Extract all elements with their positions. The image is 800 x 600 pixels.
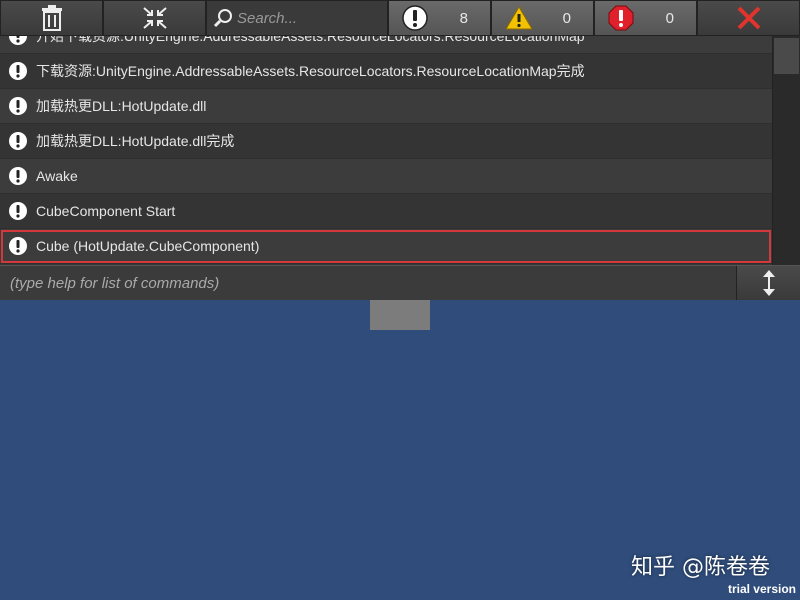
info-icon — [402, 5, 428, 31]
log-panel: 开始下载资源:UnityEngine.AddressableAssets.Res… — [0, 36, 800, 265]
info-count: 8 — [459, 9, 468, 27]
log-message: CubeComponent Start — [36, 203, 176, 219]
warning-filter-button[interactable]: 0 — [491, 0, 594, 36]
log-message: Cube (HotUpdate.CubeComponent) — [36, 238, 260, 254]
scrollbar-thumb[interactable] — [774, 38, 799, 74]
close-icon — [737, 6, 760, 30]
warning-count: 0 — [562, 9, 571, 27]
log-message: 下载资源:UnityEngine.AddressableAssets.Resou… — [36, 63, 585, 79]
log-entry-selected[interactable]: Cube (HotUpdate.CubeComponent) — [0, 229, 772, 264]
info-filter-button[interactable]: 8 — [388, 0, 491, 36]
search-box[interactable] — [206, 0, 388, 36]
info-icon — [9, 237, 27, 255]
trial-version-label: trial version — [727, 582, 796, 596]
collapse-button[interactable] — [103, 0, 206, 36]
log-entry[interactable]: 开始下载资源:UnityEngine.AddressableAssets.Res… — [0, 36, 772, 54]
log-message: 开始下载资源:UnityEngine.AddressableAssets.Res… — [36, 36, 585, 44]
command-bar — [0, 265, 800, 300]
command-input[interactable] — [0, 266, 736, 300]
log-entry[interactable]: 加载热更DLL:HotUpdate.dll完成 — [0, 124, 772, 159]
info-icon — [9, 132, 27, 150]
info-icon — [9, 97, 27, 115]
search-input[interactable] — [237, 9, 387, 27]
error-count: 0 — [665, 9, 674, 27]
close-button[interactable] — [697, 0, 800, 36]
log-entry[interactable]: 下载资源:UnityEngine.AddressableAssets.Resou… — [0, 54, 772, 89]
watermark: 知乎 @陈卷卷 — [631, 555, 770, 580]
log-message: Awake — [36, 168, 78, 184]
log-entry[interactable]: 加载热更DLL:HotUpdate.dll — [0, 89, 772, 124]
log-list: 开始下载资源:UnityEngine.AddressableAssets.Res… — [0, 36, 772, 264]
info-icon — [9, 62, 27, 80]
log-message: 加载热更DLL:HotUpdate.dll — [36, 98, 207, 114]
info-icon — [9, 167, 27, 185]
clear-button[interactable] — [0, 0, 103, 36]
log-entry[interactable]: Awake — [0, 159, 772, 194]
search-icon — [213, 9, 232, 28]
console-toolbar: 8 0 0 — [0, 0, 800, 36]
collapse-arrows-icon — [142, 7, 167, 29]
log-scrollbar[interactable] — [772, 36, 800, 265]
info-icon — [9, 202, 27, 220]
log-message: 加载热更DLL:HotUpdate.dll完成 — [36, 133, 235, 149]
error-filter-button[interactable]: 0 — [594, 0, 697, 36]
resize-vertical-icon — [762, 270, 775, 296]
info-icon — [9, 36, 27, 45]
log-entry[interactable]: CubeComponent Start — [0, 194, 772, 229]
resize-button[interactable] — [736, 266, 800, 300]
warning-icon — [505, 6, 533, 30]
trash-icon — [41, 5, 62, 31]
error-icon — [608, 5, 634, 31]
cube-object — [370, 300, 430, 330]
